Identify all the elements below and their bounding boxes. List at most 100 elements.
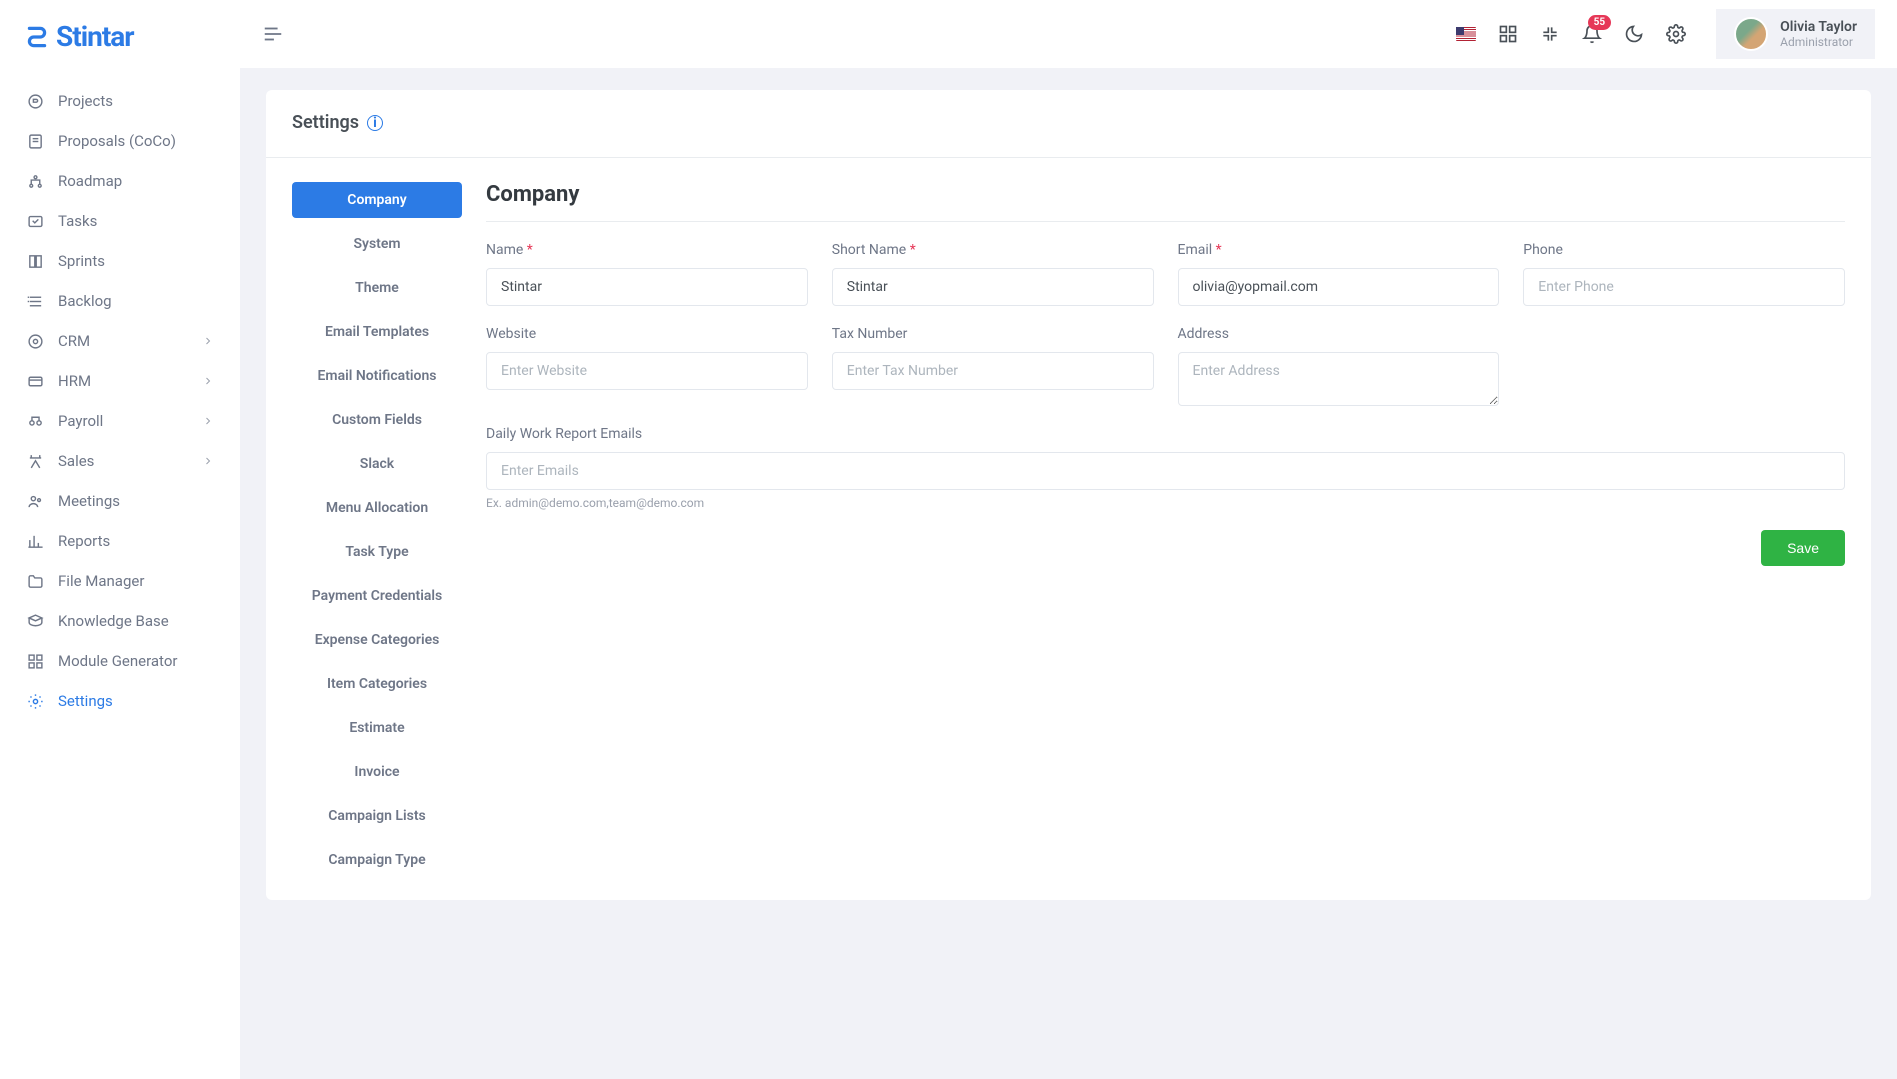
sidebar-item-module-generator[interactable]: Module Generator [12,641,228,681]
settings-tabs: Company System Theme Email Templates Email N… [292,182,462,878]
divider [266,157,1871,158]
sidebar-item-label: Tasks [58,212,97,230]
info-icon[interactable]: i [367,115,383,131]
phone-input[interactable] [1523,268,1845,306]
report-emails-input[interactable] [486,452,1845,490]
topbar: 55 Olivia Taylor Administrator [240,0,1897,68]
notification-badge: 55 [1588,15,1611,30]
sprints-icon [26,252,44,270]
sidebar-item-meetings[interactable]: Meetings [12,481,228,521]
proposals-icon [26,132,44,150]
settings-icon [26,692,44,710]
sidebar-item-label: Knowledge Base [58,612,169,630]
sidebar-item-payroll[interactable]: Payroll [12,401,228,441]
sidebar-nav: Projects Proposals (CoCo) Roadmap Tasks Spri… [0,73,240,729]
tab-theme[interactable]: Theme [292,270,462,306]
email-label: Email * [1178,242,1500,258]
sidebar-item-knowledge-base[interactable]: Knowledge Base [12,601,228,641]
tab-slack[interactable]: Slack [292,446,462,482]
website-label: Website [486,326,808,342]
crm-icon [26,332,44,350]
sidebar-item-projects[interactable]: Projects [12,81,228,121]
form-area: Company Name * Short Name * E [486,182,1845,878]
sidebar-item-reports[interactable]: Reports [12,521,228,561]
sidebar-item-label: Projects [58,92,113,110]
sidebar-item-label: Module Generator [58,652,177,670]
tab-system[interactable]: System [292,226,462,262]
brand-logo[interactable]: Stintar [0,20,240,73]
chevron-right-icon [202,455,214,467]
sidebar-item-backlog[interactable]: Backlog [12,281,228,321]
hamburger-icon [262,23,284,45]
address-input[interactable] [1178,352,1500,406]
theme-toggle[interactable] [1624,24,1644,44]
sidebar-item-label: CRM [58,332,90,350]
user-menu[interactable]: Olivia Taylor Administrator [1716,9,1875,59]
chevron-right-icon [202,335,214,347]
tab-invoice[interactable]: Invoice [292,754,462,790]
sidebar-item-tasks[interactable]: Tasks [12,201,228,241]
tax-number-label: Tax Number [832,326,1154,342]
website-input[interactable] [486,352,808,390]
tab-menu-allocation[interactable]: Menu Allocation [292,490,462,526]
sidebar-item-sprints[interactable]: Sprints [12,241,228,281]
sidebar-item-proposals-coco-[interactable]: Proposals (CoCo) [12,121,228,161]
settings-gear-button[interactable] [1666,24,1686,44]
payroll-icon [26,412,44,430]
sidebar-item-label: Sales [58,452,94,470]
fullscreen-toggle[interactable] [1540,24,1560,44]
sidebar-item-label: Sprints [58,252,105,270]
sidebar-item-label: Payroll [58,412,103,430]
sidebar-item-label: Settings [58,692,113,710]
phone-label: Phone [1523,242,1845,258]
page-title: Settings i [292,112,1845,133]
sidebar-item-roadmap[interactable]: Roadmap [12,161,228,201]
minimize-icon [1540,24,1560,44]
tab-expense-categories[interactable]: Expense Categories [292,622,462,658]
tab-item-categories[interactable]: Item Categories [292,666,462,702]
tab-estimate[interactable]: Estimate [292,710,462,746]
sidebar-item-crm[interactable]: CRM [12,321,228,361]
apps-grid-button[interactable] [1498,24,1518,44]
chevron-right-icon [202,415,214,427]
sidebar-item-label: File Manager [58,572,144,590]
tab-custom-fields[interactable]: Custom Fields [292,402,462,438]
sidebar: Stintar Projects Proposals (CoCo) Roadmap T… [0,0,240,1079]
tab-email-notifications[interactable]: Email Notifications [292,358,462,394]
language-selector[interactable] [1456,27,1476,41]
meetings-icon [26,492,44,510]
tab-email-templates[interactable]: Email Templates [292,314,462,350]
gear-icon [1666,24,1686,44]
sidebar-item-label: HRM [58,372,91,390]
save-button[interactable]: Save [1761,530,1845,566]
sidebar-item-label: Reports [58,532,110,550]
menu-toggle[interactable] [262,23,284,45]
sales-icon [26,452,44,470]
tab-company[interactable]: Company [292,182,462,218]
name-input[interactable] [486,268,808,306]
settings-panel: Settings i Company System Theme Email Templ… [266,90,1871,900]
tab-task-type[interactable]: Task Type [292,534,462,570]
sidebar-item-label: Meetings [58,492,120,510]
short-name-input[interactable] [832,268,1154,306]
projects-icon [26,92,44,110]
tab-campaign-lists[interactable]: Campaign Lists [292,798,462,834]
user-name: Olivia Taylor [1780,19,1857,35]
tab-payment-credentials[interactable]: Payment Credentials [292,578,462,614]
report-emails-hint: Ex. admin@demo.com,team@demo.com [486,496,1845,510]
tab-campaign-type[interactable]: Campaign Type [292,842,462,878]
sidebar-item-settings[interactable]: Settings [12,681,228,721]
module-icon [26,652,44,670]
logo-icon [24,24,50,50]
email-input[interactable] [1178,268,1500,306]
roadmap-icon [26,172,44,190]
sidebar-item-sales[interactable]: Sales [12,441,228,481]
tax-number-input[interactable] [832,352,1154,390]
avatar [1734,17,1768,51]
sidebar-item-label: Roadmap [58,172,122,190]
notifications-button[interactable]: 55 [1582,24,1602,44]
sidebar-item-hrm[interactable]: HRM [12,361,228,401]
short-name-label: Short Name * [832,242,1154,258]
form-heading: Company [486,182,1845,222]
sidebar-item-file-manager[interactable]: File Manager [12,561,228,601]
